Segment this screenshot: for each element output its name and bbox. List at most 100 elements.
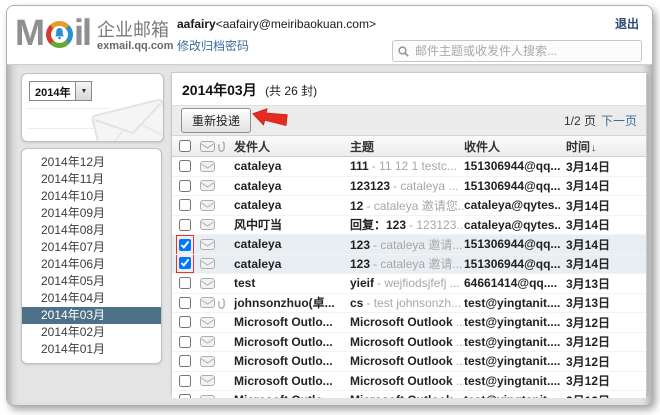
sender-cell: cataleya [234,179,350,193]
chevron-down-icon[interactable]: ▼ [75,82,91,100]
row-checkbox[interactable] [179,160,191,172]
brand-name: 企业邮箱 [97,20,173,40]
current-month-title: 2014年03月 [182,82,257,98]
recipient-cell: 64661414@qq.... [464,276,560,290]
month-list-item[interactable]: 2014年02月 [22,324,161,341]
mail-count: (共 26 封) [265,84,317,98]
pagination: 1/2 页下一页 [564,112,637,129]
row-checkbox[interactable] [179,336,191,348]
sender-cell: cataleya [234,237,350,251]
search-input[interactable] [413,43,636,59]
mail-table-row[interactable]: johnsonzhuo(卓... cs- test johnsonzh... t… [172,294,646,314]
month-list-item[interactable]: 2014年12月 [22,154,161,171]
month-list-item[interactable]: 2014年01月 [22,341,161,358]
month-list-item[interactable]: 2014年03月 [22,307,161,324]
mail-table-row[interactable]: test yieif- wejfiodsjfefj ... 64661414@q… [172,274,646,294]
envelope-icon [200,297,215,308]
row-checkbox[interactable] [179,239,191,251]
month-list-item[interactable]: 2014年07月 [22,239,161,256]
mail-table-row[interactable]: 风中叮当 回复：123- 123123... cataleya@qytes...… [172,216,646,236]
recipient-cell: 151306944@qq... [464,257,560,271]
column-sender[interactable]: 发件人 [234,138,350,155]
time-cell: 3月12日 [560,353,646,370]
row-checkbox[interactable] [179,257,191,269]
subject-cell: cs- test johnsonzh... [350,296,464,310]
row-checkbox[interactable] [179,355,191,367]
row-checkbox[interactable] [179,394,191,398]
mail-table-row[interactable]: cataleya 123- cataleya 邀请... 151306944@q… [172,255,646,275]
envelope-icon [200,200,215,211]
time-cell: 3月14日 [560,255,646,272]
month-list-item[interactable]: 2014年09月 [22,205,161,222]
row-checkbox[interactable] [179,277,191,289]
recipient-cell: 151306944@qq... [464,237,560,251]
subject-cell: Microsoft Outlook... [350,354,464,368]
mail-table-row[interactable]: cataleya 123123- cataleya ... 151306944@… [172,177,646,197]
envelope-icon [200,161,215,172]
recipient-cell: 151306944@qq... [464,179,560,193]
envelope-icon [200,356,215,367]
time-cell: 3月12日 [560,372,646,389]
subject-cell: 123- cataleya 邀请... [350,255,464,272]
mail-table-row[interactable]: cataleya 12- cataleya 邀请您... cataleya@qy… [172,196,646,216]
page-body: 2014年 ▼ 2014年12月2014年11月2014年10月2014年09月… [7,64,652,405]
paperclip-icon [217,297,225,309]
row-checkbox[interactable] [179,375,191,387]
column-recipient[interactable]: 收件人 [464,138,560,155]
recipient-cell: cataleya@qytes... [464,198,560,212]
month-list-item[interactable]: 2014年04月 [22,290,161,307]
row-checkbox[interactable] [179,297,191,309]
select-all-checkbox[interactable] [179,140,191,152]
time-cell: 3月13日 [560,294,646,311]
column-subject[interactable]: 主题 [350,138,464,155]
user-address: <aafairy@meiribaokuan.com> [216,17,376,31]
subject-cell: 12- cataleya 邀请您... [350,197,464,214]
mail-table-row[interactable]: Microsoft Outlo... Microsoft Outlook... … [172,313,646,333]
time-cell: 3月14日 [560,197,646,214]
mail-table-row[interactable]: cataleya 123- cataleya 邀请... 151306944@q… [172,235,646,255]
month-list-item[interactable]: 2014年06月 [22,256,161,273]
row-checkbox[interactable] [179,180,191,192]
subject-cell: 123- cataleya 邀请... [350,236,464,253]
recipient-cell: cataleya@qytes... [464,218,560,232]
mail-table-row[interactable]: Microsoft Outlo... Microsoft Outlook... … [172,372,646,392]
month-list-item[interactable]: 2014年10月 [22,188,161,205]
year-dropdown-value: 2014年 [30,82,75,100]
logo-letters-il: il [74,12,90,54]
subject-cell: 回复：123- 123123... [350,216,464,233]
red-arrow-annotation-icon [250,102,291,134]
row-checkbox[interactable] [179,219,191,231]
sender-cell: cataleya [234,257,350,271]
sender-cell: cataleya [234,198,350,212]
envelope-icon [200,336,215,347]
subject-cell: Microsoft Outlook... [350,393,464,398]
row-checkbox[interactable] [179,316,191,328]
month-list-item[interactable]: 2014年11月 [22,171,161,188]
mail-table-row[interactable]: Microsoft Outlo... Microsoft Outlook... … [172,391,646,398]
next-page-link[interactable]: 下一页 [601,114,637,128]
mail-table-row[interactable]: Microsoft Outlo... Microsoft Outlook... … [172,352,646,372]
mail-table-row[interactable]: Microsoft Outlo... Microsoft Outlook... … [172,333,646,353]
month-list-item[interactable]: 2014年08月 [22,222,161,239]
bell-icon [53,27,66,41]
toolbar: 重新投递 1/2 页下一页 [172,105,646,136]
brand-domain: exmail.qq.com [97,40,173,53]
search-box[interactable] [392,40,642,62]
logout-link[interactable]: 退出 [615,15,639,32]
sort-desc-icon: ↓ [591,143,596,154]
year-dropdown[interactable]: 2014年 ▼ [29,81,92,101]
row-checkbox[interactable] [179,199,191,211]
redeliver-button[interactable]: 重新投递 [181,108,251,133]
sender-cell: Microsoft Outlo... [234,335,350,349]
year-selector-panel: 2014年 ▼ [21,73,164,142]
column-time[interactable]: 时间↓ [560,138,646,155]
sender-cell: Microsoft Outlo... [234,354,350,368]
sender-cell: cataleya [234,159,350,173]
sender-cell: Microsoft Outlo... [234,393,350,398]
month-list-item[interactable]: 2014年05月 [22,273,161,290]
recipient-cell: 151306944@qq... [464,159,560,173]
subject-cell: 123123- cataleya ... [350,179,464,193]
exmail-logo: M il 企业邮箱 exmail.qq.com [15,12,173,54]
mail-table-row[interactable]: cataleya 111- 11 12 1 testc... 151306944… [172,157,646,177]
change-archive-password-link[interactable]: 修改归档密码 [177,37,249,54]
